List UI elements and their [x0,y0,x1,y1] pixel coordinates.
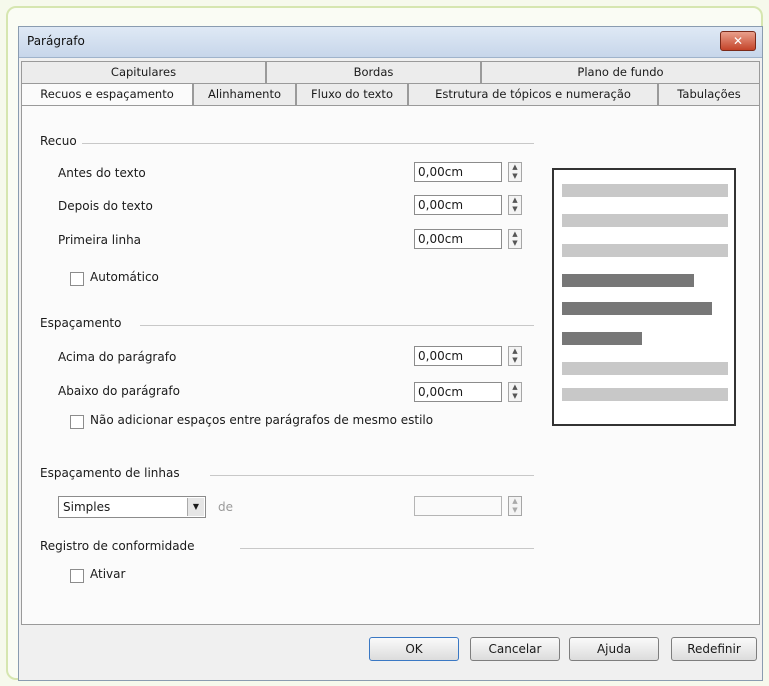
line-spacing-value: Simples [63,500,111,514]
preview-line [562,184,728,197]
above-paragraph-spinner[interactable]: ▲ ▼ [508,346,522,366]
chevron-down-icon[interactable]: ▼ [187,498,204,516]
ok-button[interactable]: OK [369,637,459,661]
paragraph-preview [552,168,736,426]
tab-plano-de-fundo[interactable]: Plano de fundo [481,61,760,83]
no-space-checkbox[interactable] [70,415,84,429]
registro-group-title: Registro de conformidade [40,539,195,553]
tab-alinhamento[interactable]: Alinhamento [193,83,296,105]
below-paragraph-spinner[interactable]: ▲ ▼ [508,382,522,402]
line-spacing-divider [210,475,534,476]
below-paragraph-input[interactable]: 0,00cm [414,382,502,402]
line-spacing-spinner[interactable]: ▲ ▼ [508,496,522,516]
title-bar: Parágrafo ✕ [19,27,762,58]
tab-bordas[interactable]: Bordas [266,61,481,83]
tab-tabulacoes[interactable]: Tabulações [658,83,760,105]
first-line-label: Primeira linha [58,233,142,247]
registro-divider [240,548,534,549]
tabs-row-1: Capitulares Bordas Plano de fundo [21,61,760,83]
tab-panel: Recuo Antes do texto 0,00cm ▲ ▼ Depois do… [21,105,760,625]
tab-fluxo-do-texto[interactable]: Fluxo do texto [296,83,408,105]
tabs-row-2: Recuos e espaçamento Alinhamento Fluxo d… [21,83,760,106]
line-spacing-value-input[interactable] [414,496,502,516]
espacamento-group-title: Espaçamento [40,316,122,330]
above-paragraph-label: Acima do parágrafo [58,350,177,364]
line-spacing-group-title: Espaçamento de linhas [40,466,180,480]
de-label: de [218,500,233,514]
first-line-spinner[interactable]: ▲ ▼ [508,229,522,249]
below-paragraph-label: Abaixo do parágrafo [58,384,180,398]
first-line-input[interactable]: 0,00cm [414,229,502,249]
preview-line-current [562,332,642,345]
after-text-spinner[interactable]: ▲ ▼ [508,195,522,215]
after-text-input[interactable]: 0,00cm [414,195,502,215]
before-text-spinner[interactable]: ▲ ▼ [508,162,522,182]
help-button[interactable]: Ajuda [569,637,659,661]
preview-line [562,388,728,401]
auto-label: Automático [90,270,159,284]
preview-line [562,214,728,227]
above-paragraph-input[interactable]: 0,00cm [414,346,502,366]
before-text-label: Antes do texto [58,166,146,180]
no-space-label: Não adicionar espaços entre parágrafos d… [90,413,434,427]
recuo-divider [82,143,534,144]
reset-button[interactable]: Redefinir [671,637,757,661]
line-spacing-select[interactable]: Simples ▼ [58,496,206,518]
tab-capitulares[interactable]: Capitulares [21,61,266,83]
preview-line [562,244,728,257]
tab-recuos-espacamento[interactable]: Recuos e espaçamento [21,83,193,106]
before-text-input[interactable]: 0,00cm [414,162,502,182]
cancel-button[interactable]: Cancelar [470,637,560,661]
close-button[interactable]: ✕ [720,31,756,51]
paragraph-dialog: Parágrafo ✕ Capitulares Bordas Plano de … [18,26,763,681]
activate-checkbox[interactable] [70,569,84,583]
preview-line [562,362,728,375]
espacamento-divider [140,325,534,326]
preview-line-current [562,302,712,315]
recuo-group-title: Recuo [40,134,77,148]
activate-label: Ativar [90,567,126,581]
after-text-label: Depois do texto [58,199,153,213]
preview-line-current [562,274,694,287]
tab-estrutura-topicos[interactable]: Estrutura de tópicos e numeração [408,83,658,105]
auto-checkbox[interactable] [70,272,84,286]
dialog-title: Parágrafo [27,34,85,48]
